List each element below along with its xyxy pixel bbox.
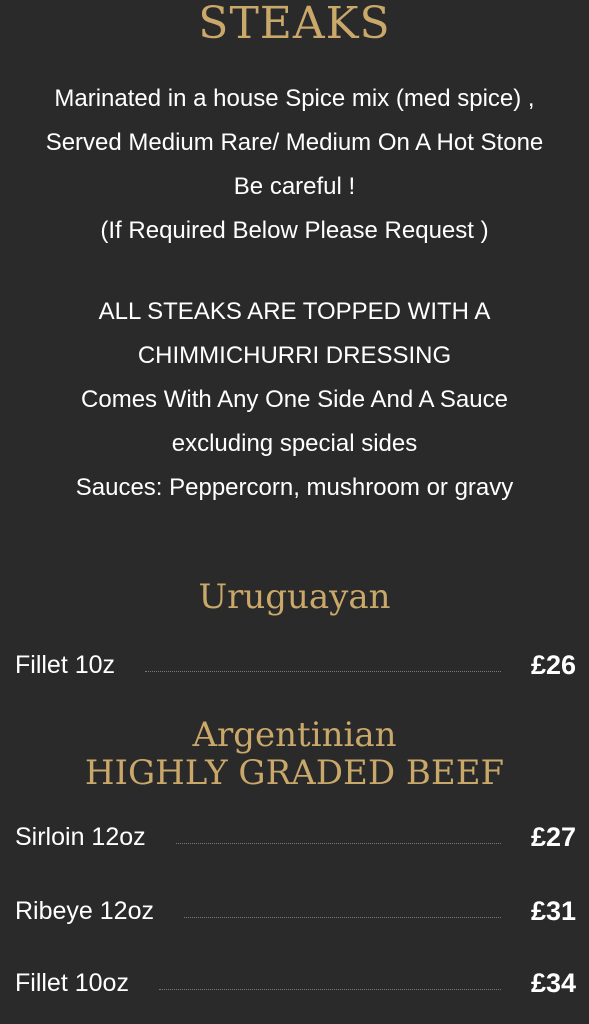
menu-item: Fillet 10z £26 [15,645,576,685]
item-name: Ribeye 12oz [15,896,154,925]
section-heading-line: Uruguayan [198,577,391,617]
intro-line: Sauces: Peppercorn, mushroom or gravy [75,474,514,501]
intro-line: (If Required Below Please Request ) [100,217,489,244]
item-name: Fillet 10oz [15,968,129,997]
page-title: STEAKS [198,0,391,49]
dressing-and-sides-notes: ALL STEAKS ARE TOPPED WITH A CHIMMICHURR… [0,290,589,510]
item-price: £26 [530,649,576,680]
intro-line: Comes With Any One Side And A Sauce [81,386,508,413]
section-heading-line: Argentinian [192,715,397,755]
menu-item: Fillet 10oz £34 [15,963,576,1003]
intro-line: Be careful ! [233,173,356,200]
item-price: £27 [530,821,576,852]
preparation-notes: Marinated in a house Spice mix (med spic… [0,77,589,253]
intro-line: Marinated in a house Spice mix (med spic… [54,85,535,112]
intro-line: CHIMMICHURRI DRESSING [137,342,452,369]
item-name: Sirloin 12oz [15,822,146,851]
menu-item: Sirloin 12oz £27 [15,817,576,857]
section-heading-line: HIGHLY GRADED BEEF [84,753,505,793]
item-name: Fillet 10z [15,650,116,679]
intro-line: Served Medium Rare/ Medium On A Hot Ston… [45,129,544,156]
dotted-leader [183,916,501,918]
item-price: £34 [530,967,576,998]
intro-line: excluding special sides [171,430,418,457]
section-heading-uruguayan: Uruguayan [0,578,589,616]
menu-item: Ribeye 12oz £31 [15,891,576,931]
dotted-leader [175,842,501,844]
intro-line: ALL STEAKS ARE TOPPED WITH A [98,298,491,325]
item-price: £31 [530,895,576,926]
section-heading-argentinian: Argentinian HIGHLY GRADED BEEF [0,716,589,792]
steaks-menu-page: STEAKS Marinated in a house Spice mix (m… [0,0,589,1024]
dotted-leader [158,988,501,990]
dotted-leader [145,670,501,672]
